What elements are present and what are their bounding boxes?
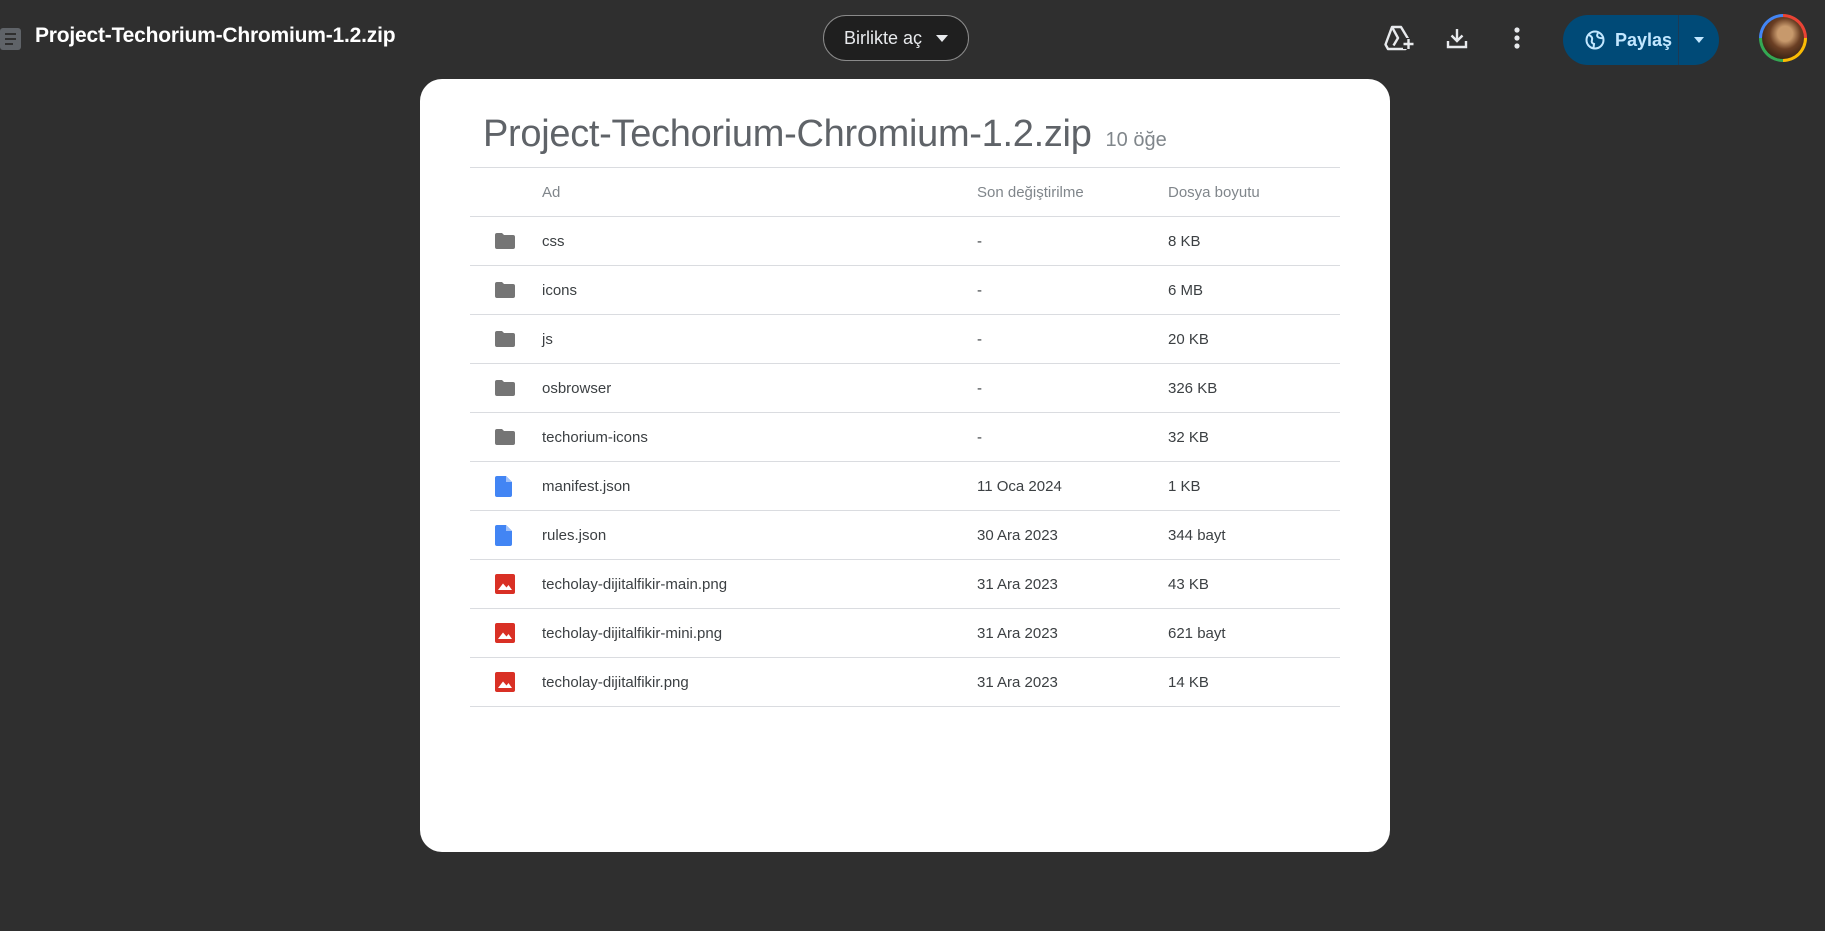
folder-icon [495, 217, 517, 265]
file-name-title: Project-Techorium-Chromium-1.2.zip [35, 24, 396, 47]
document-icon [495, 511, 517, 559]
share-button[interactable]: Paylaş [1563, 15, 1678, 65]
file-modified: - [977, 379, 982, 397]
folder-icon [495, 315, 517, 363]
table-row[interactable]: css - 8 KB [470, 217, 1340, 266]
table-row[interactable]: techolay-dijitalfikir.png 31 Ara 2023 14 K… [470, 658, 1340, 707]
download-button[interactable] [1439, 20, 1475, 56]
open-with-button[interactable]: Birlikte aç [823, 15, 969, 61]
file-size: 20 KB [1168, 330, 1209, 348]
chevron-down-icon [936, 34, 949, 42]
table-row[interactable]: osbrowser - 326 KB [470, 364, 1340, 413]
file-name: techolay-dijitalfikir-mini.png [542, 624, 723, 642]
add-to-drive-icon [1384, 25, 1414, 51]
share-options-button[interactable] [1679, 37, 1719, 43]
file-modified: - [977, 330, 982, 348]
share-label: Paylaş [1615, 29, 1673, 50]
file-size: 43 KB [1168, 575, 1209, 593]
folder-icon [495, 266, 517, 314]
image-file-icon [495, 658, 517, 706]
globe-icon [1585, 30, 1605, 50]
file-name: osbrowser [542, 379, 612, 397]
more-options-icon [1514, 27, 1520, 49]
file-modified: - [977, 232, 982, 250]
file-modified: 11 Oca 2024 [977, 477, 1062, 495]
file-size: 8 KB [1168, 232, 1201, 250]
download-icon [1446, 29, 1468, 49]
table-body: css - 8 KB icons - 6 MB js - 20 KB osbrowser - 326 … [470, 217, 1340, 707]
share-button-group: Paylaş [1563, 15, 1719, 65]
file-name: manifest.json [542, 477, 631, 495]
add-to-drive-button[interactable] [1381, 20, 1417, 56]
account-avatar[interactable] [1759, 14, 1807, 62]
file-table: Ad Son değiştirilme Dosya boyutu css - 8 K… [470, 167, 1340, 707]
table-row[interactable]: manifest.json 11 Oca 2024 1 KB [470, 462, 1340, 511]
document-icon [495, 462, 517, 510]
file-name: techolay-dijitalfikir-main.png [542, 575, 728, 593]
file-modified: 30 Ara 2023 [977, 526, 1058, 544]
column-header-name[interactable]: Ad [542, 168, 560, 216]
folder-icon [495, 413, 517, 461]
column-header-size[interactable]: Dosya boyutu [1168, 168, 1260, 216]
image-file-icon [495, 609, 517, 657]
table-header: Ad Son değiştirilme Dosya boyutu [470, 168, 1340, 217]
file-name: css [542, 232, 565, 250]
file-size: 326 KB [1168, 379, 1218, 397]
file-name: js [542, 330, 553, 348]
item-count: 10 öğe [1105, 129, 1167, 151]
file-size: 6 MB [1168, 281, 1204, 299]
table-row[interactable]: js - 20 KB [470, 315, 1340, 364]
file-modified: - [977, 428, 982, 446]
file-name: techolay-dijitalfikir.png [542, 673, 689, 691]
avatar-photo [1762, 17, 1804, 59]
table-row[interactable]: techorium-icons - 32 KB [470, 413, 1340, 462]
table-row[interactable]: techolay-dijitalfikir-main.png 31 Ara 202… [470, 560, 1340, 609]
file-modified: 31 Ara 2023 [977, 673, 1058, 691]
file-modified: 31 Ara 2023 [977, 575, 1058, 593]
file-name: rules.json [542, 526, 607, 544]
table-row[interactable]: icons - 6 MB [470, 266, 1340, 315]
file-name: techorium-icons [542, 428, 648, 446]
file-size: 621 bayt [1168, 624, 1226, 642]
top-bar: Project-Techorium-Chromium-1.2.zip Birli… [0, 0, 1825, 78]
more-options-button[interactable] [1499, 20, 1535, 56]
zip-contents-panel: Project-Techorium-Chromium-1.2.zip 10 öğ… [420, 79, 1390, 852]
file-modified: 31 Ara 2023 [977, 624, 1058, 642]
table-row[interactable]: rules.json 30 Ara 2023 344 bayt [470, 511, 1340, 560]
file-size: 344 bayt [1168, 526, 1226, 544]
chevron-down-icon [1694, 37, 1704, 43]
table-row[interactable]: techolay-dijitalfikir-mini.png 31 Ara 202… [470, 609, 1340, 658]
file-name: icons [542, 281, 578, 299]
column-header-modified[interactable]: Son değiştirilme [977, 168, 1084, 216]
open-with-label: Birlikte aç [844, 27, 923, 48]
panel-title: Project-Techorium-Chromium-1.2.zip [483, 113, 1092, 155]
folder-icon [495, 364, 517, 412]
image-file-icon [495, 560, 517, 608]
file-size: 14 KB [1168, 673, 1209, 691]
zip-file-icon [0, 28, 21, 50]
panel-header: Project-Techorium-Chromium-1.2.zip 10 öğ… [483, 113, 1167, 156]
file-size: 32 KB [1168, 428, 1209, 446]
file-size: 1 KB [1168, 477, 1201, 495]
file-modified: - [977, 281, 982, 299]
